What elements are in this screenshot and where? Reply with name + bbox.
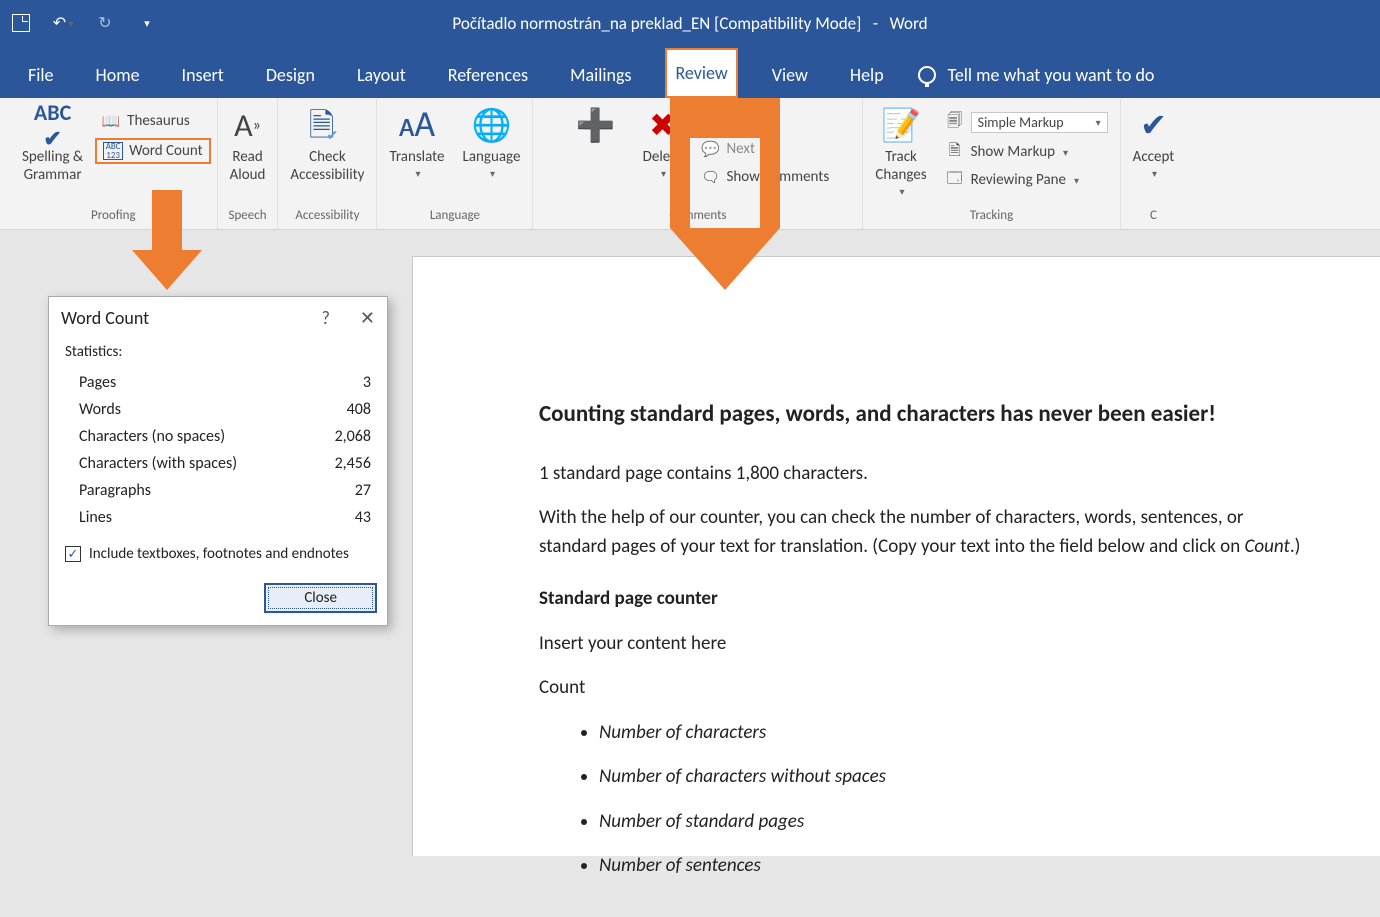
tab-insert[interactable]: Insert: [174, 52, 232, 98]
new-comment-button[interactable]: ➕: [561, 104, 631, 168]
doc-paragraph: With the help of our counter, you can ch…: [539, 504, 1313, 561]
ribbon-tabs: File Home Insert Design Layout Reference…: [0, 46, 1380, 98]
doc-paragraph: 1 standard page contains 1,800 character…: [539, 460, 1313, 489]
help-icon[interactable]: ?: [322, 307, 330, 329]
track-changes-button[interactable]: 📝 Track Changes ▾: [869, 104, 932, 200]
document-page: Counting standard pages, words, and char…: [412, 256, 1380, 856]
annotation-arrow-review: [670, 98, 780, 290]
check-accessibility-button[interactable]: 🗎✔ Check Accessibility: [284, 104, 370, 186]
word-count-icon: ABC123: [103, 142, 123, 160]
close-button[interactable]: Close: [264, 583, 377, 613]
markup-icon: 🗐: [945, 114, 965, 132]
chevron-down-icon: ▾: [1096, 116, 1101, 129]
group-changes: ✔ Accept ▾ C: [1121, 98, 1187, 229]
doc-paragraph: Count: [539, 674, 1313, 703]
list-item: Number of sentences: [599, 852, 1313, 881]
list-item: Number of standard pages: [599, 808, 1313, 837]
close-icon[interactable]: ✕: [360, 307, 375, 329]
chevron-down-icon: ▾: [1152, 168, 1157, 180]
window-title: Počítadlo normostrán_na preklad_EN [Comp…: [0, 13, 1380, 34]
thesaurus-icon: 📖: [101, 112, 121, 130]
accept-icon: ✔: [1140, 106, 1167, 146]
tab-help[interactable]: Help: [842, 52, 892, 98]
word-count-button[interactable]: ABC123 Word Count: [95, 138, 210, 164]
group-tracking: 📝 Track Changes ▾ 🗐 Simple Markup ▾ 🗎 Sh…: [863, 98, 1120, 229]
translate-button[interactable]: 🗚 Translate ▾: [383, 104, 450, 182]
stat-row: Words408: [65, 396, 371, 423]
app-title: Word: [890, 13, 928, 34]
tab-home[interactable]: Home: [88, 52, 148, 98]
dialog-title: Word Count: [61, 307, 149, 329]
tab-file[interactable]: File: [20, 52, 62, 98]
dialog-titlebar: Word Count ? ✕: [49, 297, 387, 339]
doc-title: Počítadlo normostrán_na preklad_EN [Comp…: [452, 13, 861, 34]
reviewing-pane-button[interactable]: 🗔 Reviewing Pane ▾: [939, 169, 1114, 191]
chevron-down-icon: ▾: [661, 168, 666, 180]
qat-customize-icon[interactable]: ▾: [136, 12, 158, 34]
accept-button[interactable]: ✔ Accept ▾: [1127, 104, 1181, 182]
doc-bullet-list: Number of characters Number of character…: [599, 719, 1313, 881]
new-comment-icon: ➕: [576, 106, 616, 146]
include-textboxes-checkbox[interactable]: ✓ Include textboxes, footnotes and endno…: [65, 545, 371, 563]
tab-mailings[interactable]: Mailings: [562, 52, 639, 98]
language-button[interactable]: 🌐 Language ▾: [457, 104, 527, 182]
doc-paragraph: Insert your content here: [539, 630, 1313, 659]
stat-row: Pages3: [65, 369, 371, 396]
language-icon: 🌐: [472, 106, 512, 146]
accessibility-icon: 🗎✔: [309, 106, 346, 146]
annotation-arrow-wordcount: [132, 190, 202, 290]
tab-references[interactable]: References: [440, 52, 536, 98]
lightbulb-icon: [918, 66, 936, 84]
doc-heading: Counting standard pages, words, and char…: [539, 397, 1313, 432]
tab-layout[interactable]: Layout: [349, 52, 414, 98]
list-item: Number of characters: [599, 719, 1313, 748]
word-count-dialog: Word Count ? ✕ Statistics: Pages3 Words4…: [48, 296, 388, 626]
group-accessibility: 🗎✔ Check Accessibility Accessibility: [278, 98, 377, 229]
show-markup-button[interactable]: 🗎 Show Markup ▾: [939, 141, 1114, 163]
chevron-down-icon: ▾: [1063, 146, 1068, 159]
titlebar: ↶▾ ↻ ▾ Počítadlo normostrán_na preklad_E…: [0, 0, 1380, 46]
read-aloud-button[interactable]: A» Read Aloud: [224, 104, 272, 186]
spellcheck-icon: ABC✔: [34, 106, 71, 146]
document-content[interactable]: Counting standard pages, words, and char…: [413, 257, 1333, 917]
stat-row: Characters (no spaces)2,068: [65, 423, 371, 450]
tab-design[interactable]: Design: [258, 52, 323, 98]
checkbox-icon: ✓: [65, 546, 81, 562]
tab-review[interactable]: Review: [665, 48, 737, 98]
stat-row: Characters (with spaces)2,456: [65, 450, 371, 477]
tell-me[interactable]: Tell me what you want to do: [918, 64, 1155, 98]
chevron-down-icon: ▾: [415, 168, 420, 180]
list-item: Number of characters without spaces: [599, 763, 1313, 792]
quick-access-toolbar: ↶▾ ↻ ▾: [10, 12, 158, 34]
show-markup-icon: 🗎: [945, 143, 965, 161]
doc-subheading: Standard page counter: [539, 585, 1313, 614]
thesaurus-button[interactable]: 📖 Thesaurus: [95, 110, 210, 132]
markup-mode-select[interactable]: 🗐 Simple Markup ▾: [939, 110, 1114, 135]
save-icon[interactable]: [10, 12, 32, 34]
chevron-down-icon: ▾: [490, 168, 495, 180]
chevron-down-icon: ▾: [900, 186, 905, 198]
redo-icon[interactable]: ↻: [94, 12, 116, 34]
statistics-label: Statistics:: [65, 343, 371, 361]
tab-view[interactable]: View: [764, 52, 816, 98]
reviewing-pane-icon: 🗔: [945, 171, 965, 189]
undo-icon[interactable]: ↶▾: [52, 12, 74, 34]
spelling-grammar-button[interactable]: ABC✔ Spelling & Grammar: [16, 104, 89, 186]
tell-me-label: Tell me what you want to do: [948, 64, 1155, 86]
group-language: 🗚 Translate ▾ 🌐 Language ▾ Language: [377, 98, 533, 229]
track-changes-icon: 📝: [881, 106, 921, 146]
chevron-down-icon: ▾: [1074, 174, 1079, 187]
group-speech: A» Read Aloud Speech: [218, 98, 279, 229]
translate-icon: 🗚: [399, 106, 435, 146]
read-aloud-icon: A»: [234, 106, 261, 146]
stat-row: Paragraphs27: [65, 477, 371, 504]
stat-row: Lines43: [65, 504, 371, 531]
